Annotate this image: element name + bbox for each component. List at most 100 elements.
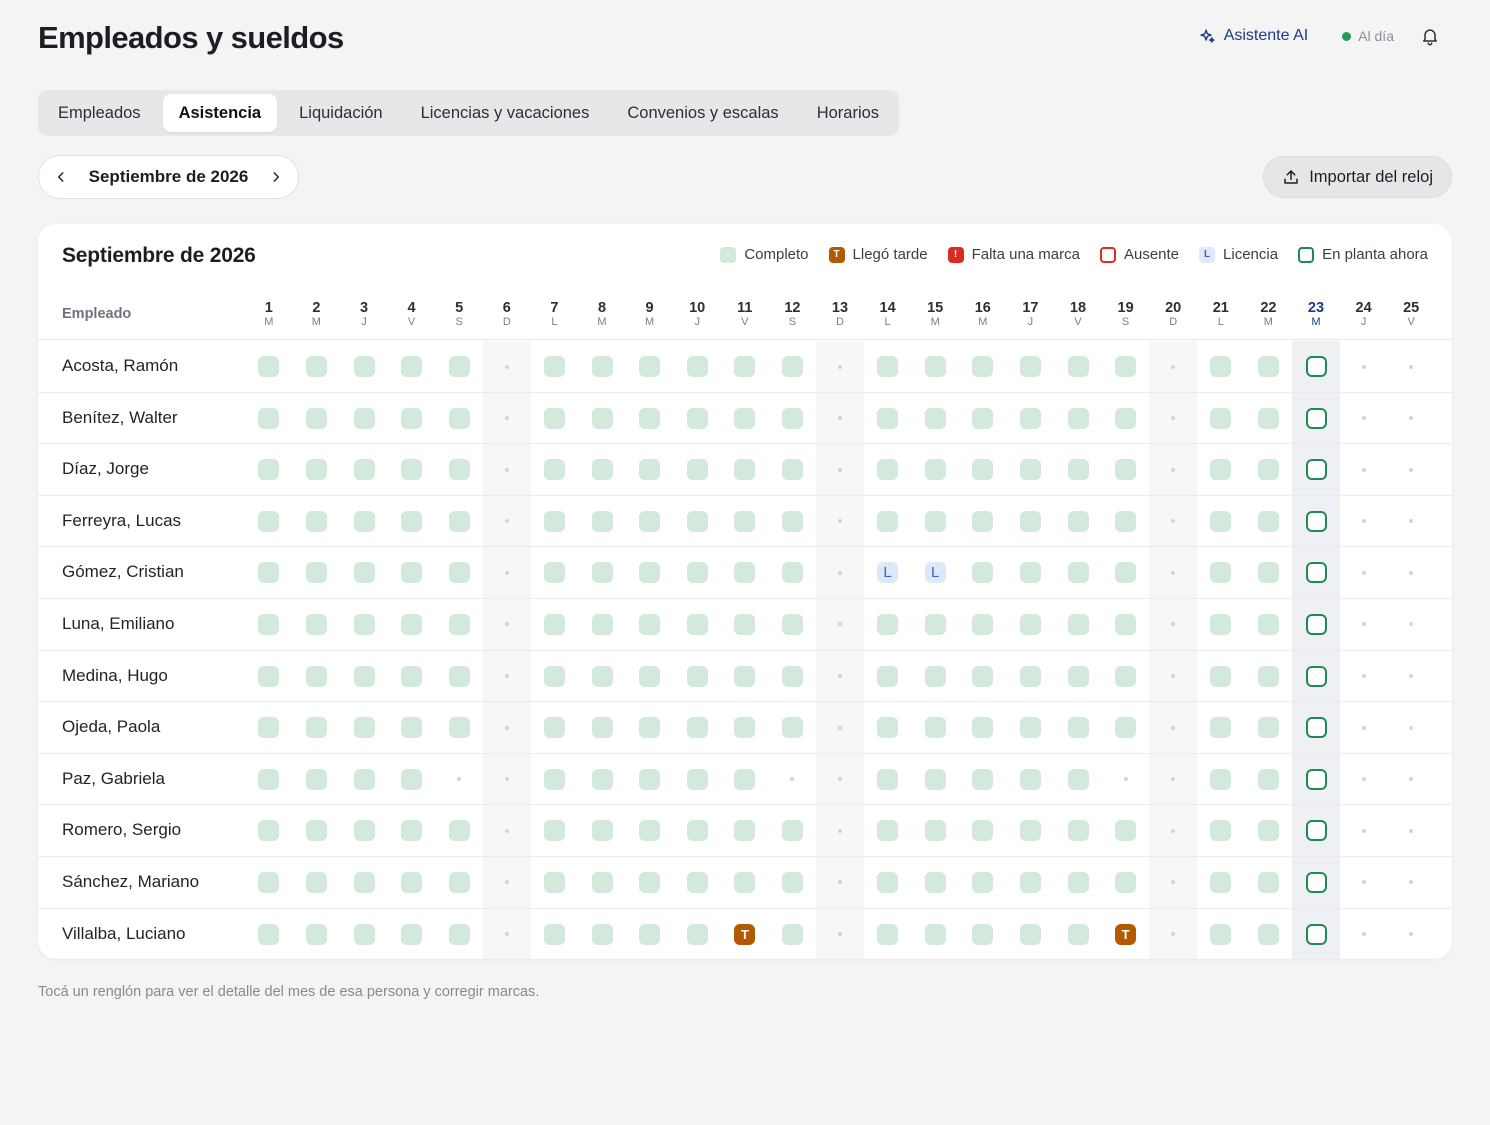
day-header-23: 23 M <box>1292 300 1340 329</box>
attendance-cell-no-data <box>1401 717 1422 738</box>
day-weekday: S <box>788 316 797 328</box>
day-header-15: 15 M <box>911 300 959 329</box>
page-title: Empleados y sueldos <box>38 20 344 55</box>
attendance-cell-complete <box>734 613 756 635</box>
day-weekday: L <box>1217 316 1224 328</box>
table-row[interactable]: Medina, Hugo <box>38 651 1452 703</box>
legend-swatch-complete-icon <box>720 246 737 263</box>
attendance-cell-complete <box>781 356 803 377</box>
attendance-cell-complete <box>1257 871 1279 893</box>
attendance-cell-complete <box>448 459 470 481</box>
attendance-cell-complete <box>734 459 756 481</box>
attendance-cell-complete <box>1257 923 1279 945</box>
attendance-cell-complete <box>1257 407 1279 429</box>
upload-icon <box>1284 170 1298 184</box>
employee-name: Sánchez, Mariano <box>62 871 200 891</box>
attendance-cell-complete <box>1210 356 1232 377</box>
attendance-cell-complete <box>353 820 375 842</box>
table-row[interactable]: Ojeda, Paola <box>38 702 1452 754</box>
attendance-cell-no-data <box>496 408 517 429</box>
table-row[interactable]: Villalba, Luciano T T <box>38 909 1452 959</box>
attendance-cell-complete <box>686 717 708 739</box>
day-number: 5 <box>455 300 464 316</box>
table-row[interactable]: Díaz, Jorge <box>38 444 1452 496</box>
attendance-cell-complete <box>734 510 756 532</box>
sparkle-icon <box>1200 28 1215 43</box>
attendance-cell-complete <box>401 717 423 739</box>
attendance-cell-now <box>1305 717 1327 739</box>
attendance-cell-complete <box>972 768 994 790</box>
day-header-21: 21 L <box>1197 300 1245 329</box>
attendance-cell-complete <box>972 820 994 842</box>
attendance-cell-complete <box>1210 510 1232 532</box>
attendance-cell-complete <box>1019 717 1041 739</box>
attendance-cell-complete <box>1115 407 1137 429</box>
legend-label: Llegó tarde <box>852 246 928 263</box>
next-month-button[interactable] <box>266 167 286 187</box>
day-header-2: 2M <box>293 300 341 329</box>
attendance-cell-complete <box>972 562 994 584</box>
attendance-cell-complete <box>686 665 708 687</box>
attendance-cell-complete <box>1210 613 1232 635</box>
attendance-cell-leave: L <box>877 562 899 584</box>
table-row[interactable]: Benítez, Walter <box>38 393 1452 445</box>
import-clock-button[interactable]: Importar del reloj <box>1263 156 1452 198</box>
tab-convenios-y-escalas[interactable]: Convenios y escalas <box>611 94 794 132</box>
attendance-cell-complete <box>448 871 470 893</box>
current-month-label: Septiembre de 2026 <box>88 167 249 186</box>
attendance-cell-no-data <box>1401 872 1422 893</box>
legend-label: Falta una marca <box>971 246 1080 263</box>
table-row[interactable]: Paz, Gabriela <box>38 754 1452 806</box>
attendance-cell-no-data <box>830 820 851 841</box>
attendance-cell-complete <box>1257 613 1279 635</box>
table-row[interactable]: Luna, Emiliano <box>38 599 1452 651</box>
table-row[interactable]: Sánchez, Mariano <box>38 857 1452 909</box>
attendance-cell-complete <box>877 356 899 377</box>
employee-name: Acosta, Ramón <box>62 356 179 375</box>
attendance-cell-no-data <box>830 872 851 893</box>
attendance-cell-complete <box>1257 665 1279 687</box>
attendance-cell-complete <box>543 820 565 842</box>
attendance-cell-complete <box>734 356 756 377</box>
bell-icon[interactable] <box>1420 26 1440 46</box>
attendance-cell-complete <box>1257 356 1279 377</box>
attendance-cell-no-data <box>1353 820 1374 841</box>
attendance-cell-complete <box>1067 871 1089 893</box>
attendance-cell-no-data <box>1163 666 1184 687</box>
legend-swatch-late-icon: T <box>828 246 845 263</box>
tab-licencias-y-vacaciones[interactable]: Licencias y vacaciones <box>405 94 606 132</box>
attendance-cell-no-data <box>1353 408 1374 429</box>
attendance-cell-complete <box>353 407 375 429</box>
table-row[interactable]: Romero, Sergio <box>38 805 1452 857</box>
attendance-cell-complete <box>1067 613 1089 635</box>
attendance-cell-complete <box>448 665 470 687</box>
day-header-25: 25 V <box>1387 300 1435 329</box>
tab-empleados[interactable]: Empleados <box>42 94 157 132</box>
attendance-cell-complete <box>1210 717 1232 739</box>
ai-assistant-button[interactable]: Asistente AI <box>1199 27 1308 45</box>
attendance-cell-complete <box>401 356 423 377</box>
day-weekday: V <box>1407 316 1415 328</box>
attendance-cell-complete <box>258 768 280 790</box>
attendance-cell-complete <box>1067 923 1089 945</box>
tab-asistencia[interactable]: Asistencia <box>162 94 278 132</box>
tab-horarios[interactable]: Horarios <box>801 94 895 132</box>
attendance-cell-no-data <box>449 769 470 790</box>
day-header-1: 1M <box>245 300 293 329</box>
table-row[interactable]: Ferreyra, Lucas <box>38 496 1452 548</box>
attendance-cell-complete <box>401 562 423 584</box>
attendance-cell-complete <box>734 407 756 429</box>
attendance-cell-complete <box>639 923 661 945</box>
attendance-cell-complete <box>781 665 803 687</box>
table-row[interactable]: Gómez, Cristian L L <box>38 547 1452 599</box>
table-row[interactable]: Acosta, Ramón <box>38 341 1452 393</box>
prev-month-button[interactable] <box>51 167 71 187</box>
day-number: 19 <box>1117 300 1134 316</box>
attendance-cell-complete <box>1115 510 1137 532</box>
tab-liquidacion[interactable]: Liquidación <box>283 94 398 132</box>
attendance-cell-complete <box>353 871 375 893</box>
attendance-cell-complete <box>1115 871 1137 893</box>
attendance-cell-complete <box>543 407 565 429</box>
attendance-cell-complete <box>305 613 327 635</box>
day-weekday: J <box>361 316 367 328</box>
